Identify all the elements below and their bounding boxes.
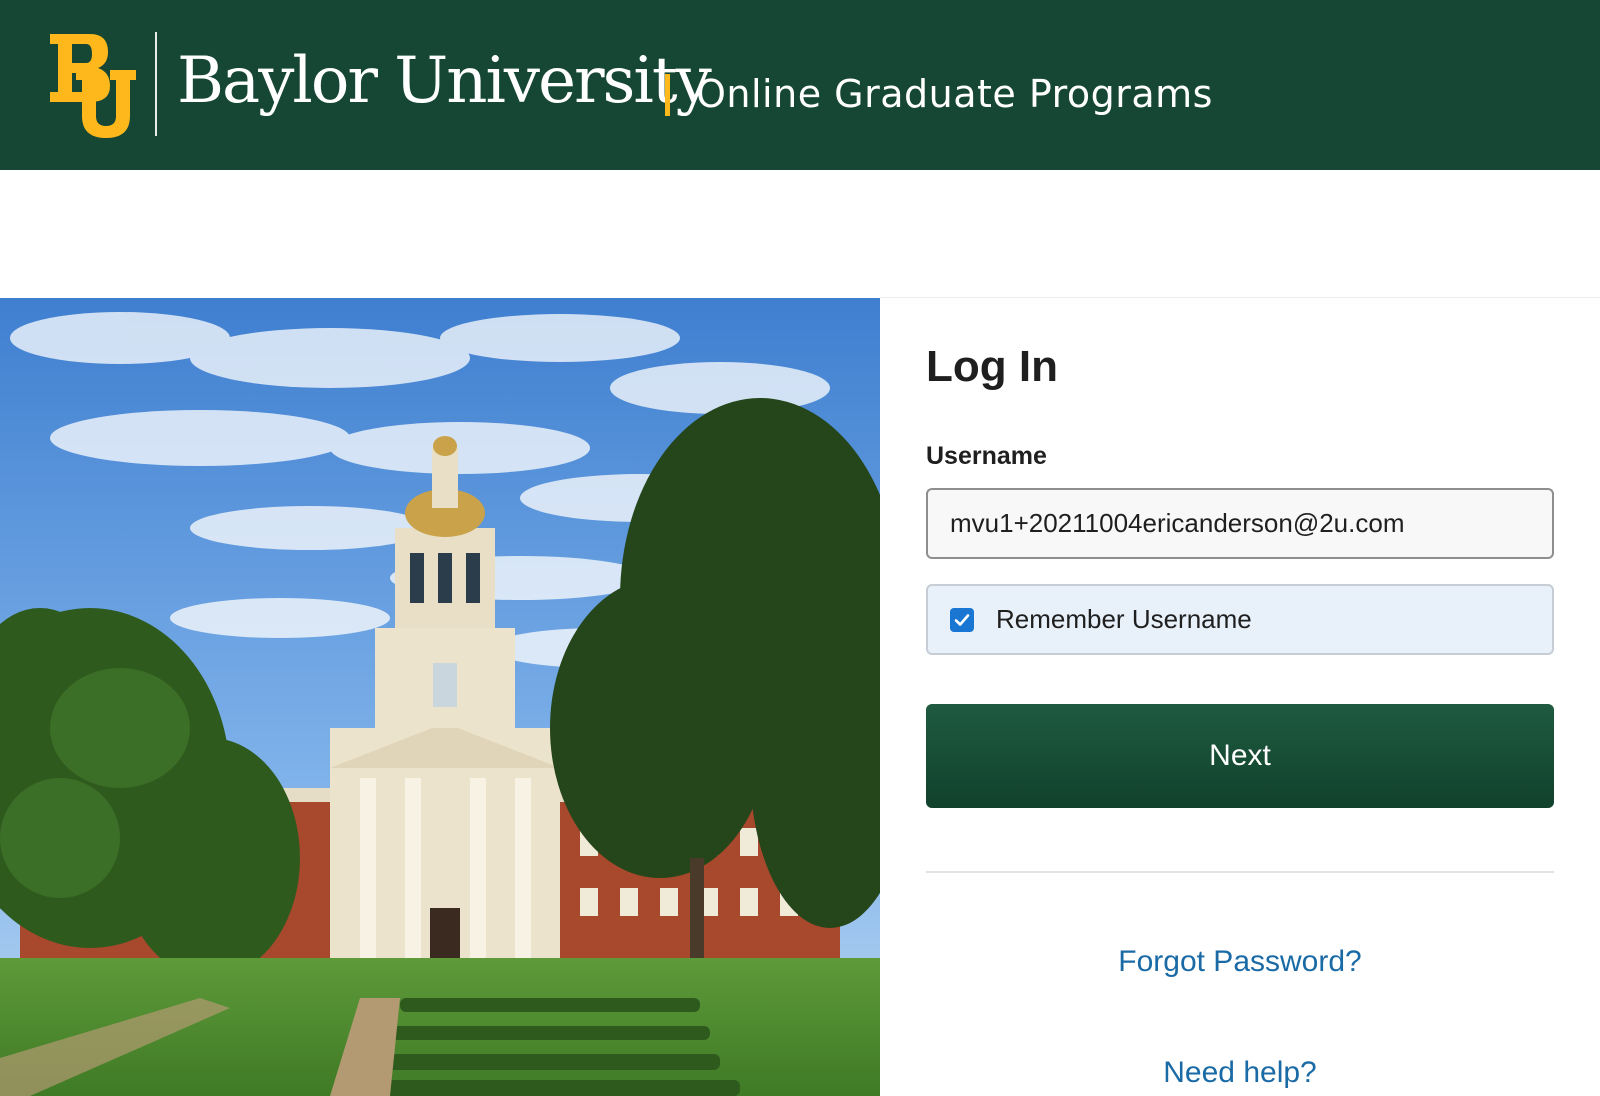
username-label: Username (926, 442, 1047, 470)
remember-username-label: Remember Username (996, 604, 1252, 634)
program-subtitle: Online Graduate Programs (696, 72, 1213, 116)
forgot-password-link[interactable]: Forgot Password? (926, 945, 1554, 979)
brand-separator (665, 74, 670, 116)
brand-name[interactable]: Baylor University (177, 44, 712, 118)
checkbox-checked-icon[interactable] (950, 607, 974, 632)
username-input[interactable] (926, 488, 1554, 559)
login-title: Log In (926, 342, 1058, 391)
need-help-link[interactable]: Need help? (926, 1056, 1554, 1090)
logo-divider (155, 32, 157, 136)
panel-divider (926, 871, 1554, 873)
remember-username-checkbox[interactable]: Remember Username (926, 584, 1554, 655)
panel-top-rule (880, 297, 1600, 298)
campus-photo (0, 298, 880, 1096)
next-button[interactable]: Next (926, 704, 1554, 808)
site-header: Baylor University Online Graduate Progra… (0, 0, 1600, 170)
bu-logo-icon[interactable] (46, 30, 136, 138)
